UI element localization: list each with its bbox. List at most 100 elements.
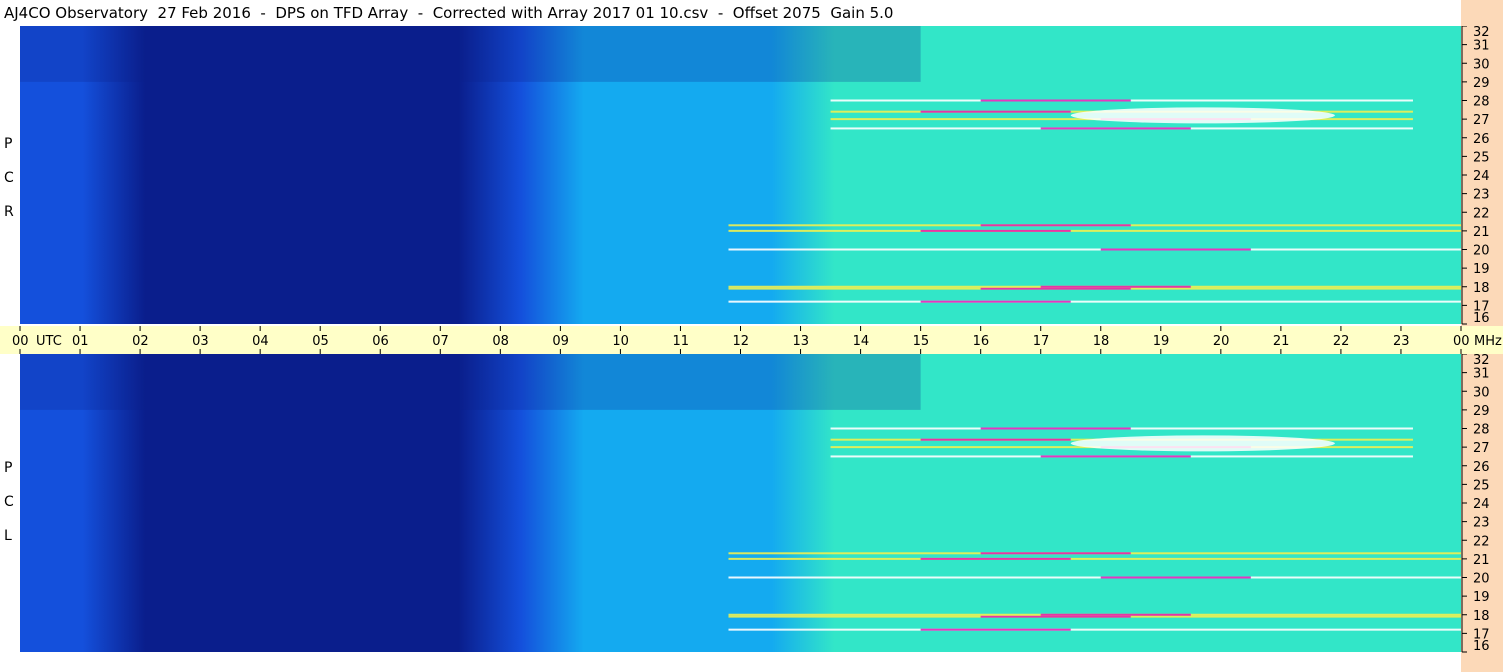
lcp-spectrogram xyxy=(20,354,1461,652)
interference-line xyxy=(728,229,1461,232)
time-axis-label: UTC xyxy=(36,334,62,349)
frequency-tick-label: 30 xyxy=(1473,57,1490,72)
interference-burst xyxy=(920,229,1071,232)
frequency-tick-label: 19 xyxy=(1473,590,1490,605)
utc-time-axis-svg: 00 01 02 03 04 05 06 07 08 09 10 11 12 13 14 15 16 17 18 19… xyxy=(12,326,1502,354)
frequency-tick-label: 28 xyxy=(1473,95,1490,110)
interference-line xyxy=(728,300,1461,303)
frequency-tick-label: 22 xyxy=(1473,534,1490,549)
signal-peak xyxy=(1070,107,1335,124)
interference-burst xyxy=(920,438,1071,441)
interference-line xyxy=(728,628,1461,631)
frequency-tick-label: 22 xyxy=(1473,206,1490,221)
time-tick-label: 10 xyxy=(612,334,629,349)
time-tick-label: 14 xyxy=(853,334,870,349)
rcp-label-strip: P C R xyxy=(0,26,20,326)
interference-burst xyxy=(1100,576,1251,579)
utc-time-axis: 00 01 02 03 04 05 06 07 08 09 10 11 12 13 14 15 16 17 18 19… xyxy=(0,326,1503,354)
time-tick-label: 04 xyxy=(252,334,269,349)
time-tick-label: 03 xyxy=(192,334,209,349)
frequency-tick-label: 26 xyxy=(1473,460,1490,475)
interference-burst xyxy=(980,287,1131,290)
frequency-tick-label: 29 xyxy=(1473,76,1490,91)
interference-burst xyxy=(1040,613,1191,616)
frequency-tick-label: 29 xyxy=(1473,404,1490,419)
frequency-tick-label: 25 xyxy=(1473,478,1490,493)
interference-burst xyxy=(1040,127,1191,130)
freq-axis-header xyxy=(1461,0,1503,26)
frequency-tick-label: 20 xyxy=(1473,244,1490,259)
frequency-tick-label: 18 xyxy=(1473,609,1490,624)
lcp-label-strip: P C L xyxy=(0,354,20,672)
interference-line xyxy=(728,248,1461,251)
rcp-label-r: R xyxy=(4,204,14,220)
frequency-tick-label: 17 xyxy=(1473,299,1490,314)
time-tick-label: 22 xyxy=(1333,334,1350,349)
time-tick-label: 02 xyxy=(132,334,149,349)
frequency-tick-label: 19 xyxy=(1473,262,1490,277)
frequency-tick-label: 23 xyxy=(1473,516,1490,531)
interference-burst xyxy=(980,552,1131,555)
time-tick-label: 15 xyxy=(913,334,930,349)
frequency-tick-label: 23 xyxy=(1473,188,1490,203)
frequency-tick-label: 21 xyxy=(1473,225,1490,240)
interference-burst xyxy=(980,427,1131,430)
rcp-spectrogram xyxy=(20,26,1461,324)
frequency-tick-label: 32 xyxy=(1473,26,1490,40)
interference-burst xyxy=(920,300,1071,303)
rcp-label-p: P xyxy=(4,136,13,152)
frequency-tick-label: 27 xyxy=(1473,441,1490,456)
frequency-tick-label: 18 xyxy=(1473,281,1490,296)
frequency-tick-label: 20 xyxy=(1473,572,1490,587)
frequency-tick-label: 17 xyxy=(1473,627,1490,642)
interference-line xyxy=(728,557,1461,560)
interference-burst xyxy=(920,110,1071,113)
time-tick-label: 08 xyxy=(492,334,509,349)
lcp-frequency-axis-svg: 1617181920212223242526272829303132 xyxy=(1461,354,1490,654)
interference-burst xyxy=(980,615,1131,618)
time-tick-label: 11 xyxy=(672,334,689,349)
time-tick-label: 19 xyxy=(1153,334,1170,349)
frequency-tick-label: 21 xyxy=(1473,553,1490,568)
time-tick-label: 20 xyxy=(1213,334,1230,349)
interference-burst xyxy=(980,224,1131,227)
frequency-tick-label: 31 xyxy=(1473,367,1490,382)
time-tick-label: 05 xyxy=(312,334,329,349)
lcp-spectrogram-plot xyxy=(20,354,1461,652)
time-tick-label: 01 xyxy=(72,334,89,349)
upper-band-dim xyxy=(20,26,921,82)
interference-burst xyxy=(1100,248,1251,251)
rcp-frequency-axis-svg: 1617181920212223242526272829303132 xyxy=(1461,26,1490,326)
lcp-label-l: L xyxy=(4,528,12,544)
interference-burst xyxy=(920,628,1071,631)
frequency-tick-label: 27 xyxy=(1473,113,1490,128)
frequency-tick-label: 31 xyxy=(1473,39,1490,54)
time-tick-label: 17 xyxy=(1033,334,1050,349)
time-tick-label: 18 xyxy=(1093,334,1110,349)
interference-burst xyxy=(980,99,1131,102)
lcp-label-c: C xyxy=(4,494,14,510)
signal-peak xyxy=(1070,435,1335,452)
chart-title: AJ4CO Observatory 27 Feb 2016 - DPS on T… xyxy=(4,4,894,22)
time-tick-label: 13 xyxy=(793,334,810,349)
frequency-tick-label: 30 xyxy=(1473,385,1490,400)
lcp-frequency-axis: 16 17 18 19 20 21 22 23 24 25 26 27 28 29 30 31 32 xyxy=(1461,354,1503,672)
rcp-label-c: C xyxy=(4,170,14,186)
frequency-tick-label: 24 xyxy=(1473,169,1490,184)
frequency-tick-label: 28 xyxy=(1473,423,1490,438)
interference-burst xyxy=(1040,285,1191,288)
time-tick-label: 06 xyxy=(372,334,389,349)
frequency-tick-label: 25 xyxy=(1473,150,1490,165)
time-tick-label: 12 xyxy=(733,334,750,349)
time-tick-label: 09 xyxy=(552,334,569,349)
interference-burst xyxy=(920,557,1071,560)
time-tick-label: 21 xyxy=(1273,334,1290,349)
time-tick-label: 00 xyxy=(12,334,29,349)
frequency-unit-label: MHz xyxy=(1474,334,1502,349)
interference-burst xyxy=(1040,455,1191,458)
time-tick-label: 07 xyxy=(432,334,449,349)
rcp-spectrogram-plot xyxy=(20,26,1461,324)
rcp-frequency-axis: 16 17 18 19 20 21 22 23 24 25 26 27 28 29 30 31 32 xyxy=(1461,26,1503,328)
frequency-tick-label: 26 xyxy=(1473,132,1490,147)
upper-band-dim xyxy=(20,354,921,410)
